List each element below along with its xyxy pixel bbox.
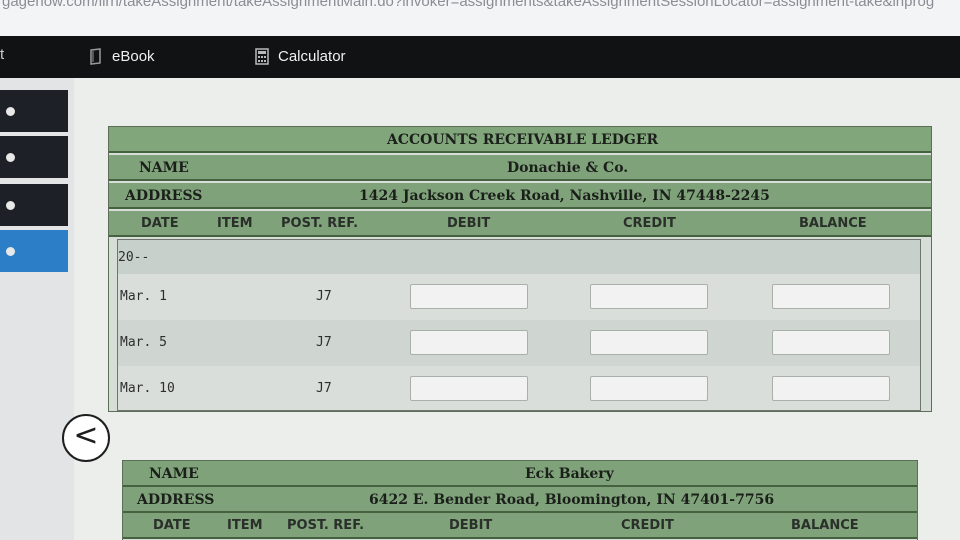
balance-input[interactable] <box>772 284 890 309</box>
ebook-button[interactable]: eBook <box>88 48 155 65</box>
table-row: Mar. 10 J7 <box>118 366 920 412</box>
question-nav <box>0 78 74 540</box>
year-cell: 20-- <box>118 250 150 265</box>
date-cell: Mar. 1 <box>120 289 167 304</box>
column-header-bar: DATE ITEM POST. REF. DEBIT CREDIT BALANC… <box>123 513 917 539</box>
col-credit: CREDIT <box>623 216 676 231</box>
question-nav-item-active[interactable] <box>0 230 68 272</box>
col-debit: DEBIT <box>447 216 491 231</box>
bullet-icon <box>6 153 15 162</box>
calculator-button[interactable]: Calculator <box>254 48 346 65</box>
ledger-rows: 20-- Mar. 1 J7 Mar. 5 J7 Mar. 10 J7 <box>117 239 921 411</box>
ledger-eck-bakery: NAME Eck Bakery ADDRESS 6422 E. Bender R… <box>122 460 918 540</box>
credit-input[interactable] <box>590 284 708 309</box>
customer-address: 6422 E. Bender Road, Bloomington, IN 474… <box>369 492 775 508</box>
col-post-ref: POST. REF. <box>281 216 359 231</box>
col-item: ITEM <box>217 216 253 231</box>
name-bar: NAME Eck Bakery <box>123 461 917 487</box>
year-row: 20-- <box>118 240 920 274</box>
debit-input[interactable] <box>410 376 528 401</box>
col-item: ITEM <box>227 518 263 533</box>
url-text: gagenow.com/ilrn/takeAssignment/takeAssi… <box>2 0 935 10</box>
col-date: DATE <box>141 216 179 231</box>
book-icon <box>90 48 101 65</box>
question-nav-item[interactable] <box>0 184 68 226</box>
calculator-label: Calculator <box>278 48 346 65</box>
table-row: Mar. 1 J7 <box>118 274 920 320</box>
debit-input[interactable] <box>410 284 528 309</box>
bullet-icon <box>6 201 15 210</box>
post-ref-cell: J7 <box>316 381 332 396</box>
customer-name: Eck Bakery <box>525 466 614 482</box>
column-header-bar: DATE ITEM POST. REF. DEBIT CREDIT BALANC… <box>109 211 931 237</box>
address-bar-ledger: ADDRESS 1424 Jackson Creek Road, Nashvil… <box>109 183 931 209</box>
bullet-icon <box>6 247 15 256</box>
app-toolbar: t eBook Calculator <box>0 36 960 78</box>
bullet-icon <box>6 107 15 116</box>
name-label: NAME <box>139 160 189 176</box>
col-balance: BALANCE <box>791 518 859 533</box>
toolbar-cut-label: t <box>0 46 5 63</box>
customer-name: Donachie & Co. <box>507 160 629 176</box>
address-label: ADDRESS <box>125 188 203 204</box>
name-bar: NAME Donachie & Co. <box>109 155 931 181</box>
customer-address: 1424 Jackson Creek Road, Nashville, IN 4… <box>359 188 770 204</box>
main-content: ACCOUNTS RECEIVABLE LEDGER NAME Donachie… <box>74 78 960 540</box>
col-post-ref: POST. REF. <box>287 518 365 533</box>
debit-input[interactable] <box>410 330 528 355</box>
date-cell: Mar. 5 <box>120 335 167 350</box>
ebook-label: eBook <box>112 48 155 65</box>
address-label: ADDRESS <box>137 492 215 508</box>
col-debit: DEBIT <box>449 518 493 533</box>
table-row: Mar. 5 J7 <box>118 320 920 366</box>
credit-input[interactable] <box>590 376 708 401</box>
balance-input[interactable] <box>772 330 890 355</box>
question-nav-item[interactable] <box>0 136 68 178</box>
question-nav-item[interactable] <box>0 90 68 132</box>
balance-input[interactable] <box>772 376 890 401</box>
calculator-icon <box>255 48 269 65</box>
post-ref-cell: J7 <box>316 289 332 304</box>
chevron-left-icon: < <box>73 418 99 453</box>
col-date: DATE <box>153 518 191 533</box>
post-ref-cell: J7 <box>316 335 332 350</box>
col-credit: CREDIT <box>621 518 674 533</box>
credit-input[interactable] <box>590 330 708 355</box>
address-bar-ledger: ADDRESS 6422 E. Bender Road, Bloomington… <box>123 487 917 513</box>
col-balance: BALANCE <box>799 216 867 231</box>
previous-button[interactable]: < <box>62 414 110 462</box>
ledger-title-bar: ACCOUNTS RECEIVABLE LEDGER <box>109 127 931 153</box>
ledger-title: ACCOUNTS RECEIVABLE LEDGER <box>387 132 659 148</box>
address-bar[interactable]: gagenow.com/ilrn/takeAssignment/takeAssi… <box>0 0 960 36</box>
ledger-donachie: ACCOUNTS RECEIVABLE LEDGER NAME Donachie… <box>108 126 932 412</box>
name-label: NAME <box>149 466 199 482</box>
date-cell: Mar. 10 <box>120 381 175 396</box>
